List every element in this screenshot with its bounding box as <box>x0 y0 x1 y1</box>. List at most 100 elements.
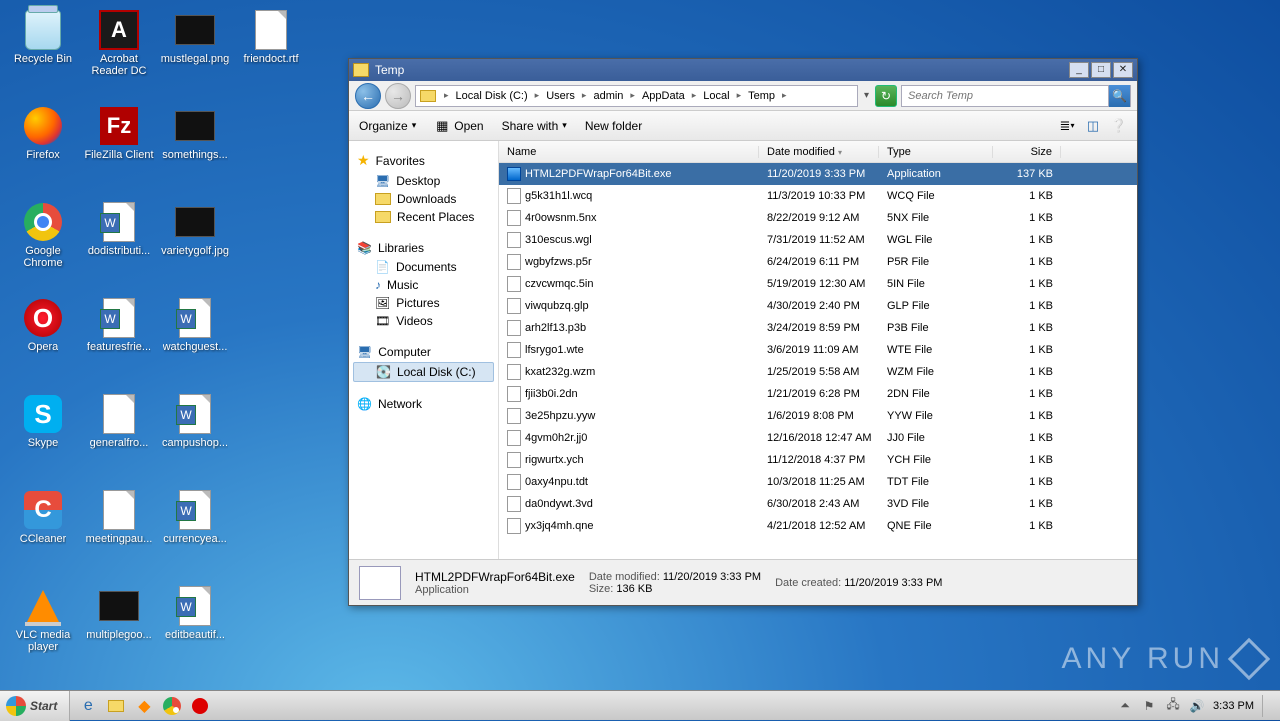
desktop-icon[interactable]: varietygolf.jpg <box>157 197 233 293</box>
file-row[interactable]: HTML2PDFWrapFor64Bit.exe11/20/2019 3:33 … <box>499 163 1137 185</box>
chevron-right-icon[interactable]: ▸ <box>780 90 789 101</box>
chevron-right-icon[interactable]: ▸ <box>690 90 699 101</box>
chevron-right-icon[interactable]: ▸ <box>628 90 637 101</box>
desktop-icon[interactable]: editbeautif... <box>157 581 233 677</box>
file-row[interactable]: 3e25hpzu.yyw1/6/2019 8:08 PMYYW File1 KB <box>499 405 1137 427</box>
titlebar[interactable]: Temp _ □ ✕ <box>349 59 1137 81</box>
chevron-right-icon[interactable]: ▸ <box>533 90 542 101</box>
breadcrumb-segment[interactable]: admin <box>590 90 626 102</box>
file-row[interactable]: 4gvm0h2r.jj012/16/2018 12:47 AMJJ0 File1… <box>499 427 1137 449</box>
nav-forward-button[interactable]: → <box>385 83 411 109</box>
breadcrumb-segment[interactable]: Local <box>700 90 732 102</box>
file-row[interactable]: 0axy4npu.tdt10/3/2018 11:25 AMTDT File1 … <box>499 471 1137 493</box>
chevron-right-icon[interactable]: ▸ <box>735 90 744 101</box>
start-button[interactable]: Start <box>0 691 70 721</box>
breadcrumb-segment[interactable]: AppData <box>639 90 688 102</box>
tray-expand-icon[interactable]: ⏶ <box>1117 698 1133 714</box>
open-button[interactable]: ▦Open <box>434 118 483 134</box>
desktop-icon[interactable]: watchguest... <box>157 293 233 389</box>
sidebar-group-network[interactable]: 🌐Network <box>353 394 494 414</box>
search-button[interactable]: 🔍 <box>1108 85 1130 107</box>
new-folder-button[interactable]: New folder <box>585 119 642 133</box>
desktop-icon[interactable]: meetingpau... <box>81 485 157 581</box>
sidebar-item-local-disk[interactable]: 💽Local Disk (C:) <box>353 362 494 382</box>
sidebar-item-videos[interactable]: 🎞Videos <box>353 312 494 330</box>
desktop-icon[interactable]: dodistributi... <box>81 197 157 293</box>
desktop-icon[interactable]: somethings... <box>157 101 233 197</box>
desktop-icon[interactable]: VLC media player <box>5 581 81 677</box>
desktop-icon[interactable]: AAcrobat Reader DC <box>81 5 157 101</box>
tray-clock[interactable]: 3:33 PM <box>1213 700 1254 712</box>
tray-network-icon[interactable]: 🖧 <box>1165 698 1181 714</box>
file-date: 5/19/2019 12:30 AM <box>759 278 879 290</box>
breadcrumb[interactable]: ▸ Local Disk (C:)▸Users▸admin▸AppData▸Lo… <box>415 85 858 107</box>
column-size[interactable]: Size <box>993 146 1061 158</box>
column-type[interactable]: Type <box>879 146 993 158</box>
sidebar-item-downloads[interactable]: Downloads <box>353 190 494 208</box>
nav-back-button[interactable]: ← <box>355 83 381 109</box>
sidebar-item-desktop[interactable]: 🖥Desktop <box>353 172 494 190</box>
taskbar-opera-icon[interactable] <box>190 696 210 716</box>
organize-menu[interactable]: Organize ▾ <box>359 119 416 133</box>
show-desktop-button[interactable] <box>1262 695 1272 717</box>
chevron-right-icon[interactable]: ▸ <box>580 90 589 101</box>
file-row[interactable]: fjii3b0i.2dn1/21/2019 6:28 PM2DN File1 K… <box>499 383 1137 405</box>
desktop-icon[interactable]: generalfro... <box>81 389 157 485</box>
taskbar-chrome-icon[interactable] <box>162 696 182 716</box>
minimize-button[interactable]: _ <box>1069 62 1089 78</box>
help-icon[interactable]: ❔ <box>1111 118 1127 134</box>
file-row[interactable]: arh2lf13.p3b3/24/2019 8:59 PMP3B File1 K… <box>499 317 1137 339</box>
column-name[interactable]: Name <box>499 146 759 158</box>
file-row[interactable]: da0ndywt.3vd6/30/2018 2:43 AM3VD File1 K… <box>499 493 1137 515</box>
desktop-icon[interactable]: CCleaner <box>5 485 81 581</box>
refresh-button[interactable]: ↻ <box>875 85 897 107</box>
sidebar-item-music[interactable]: ♪Music <box>353 276 494 294</box>
close-button[interactable]: ✕ <box>1113 62 1133 78</box>
sidebar-item-pictures[interactable]: 🖼Pictures <box>353 294 494 312</box>
file-row[interactable]: 4r0owsnm.5nx8/22/2019 9:12 AM5NX File1 K… <box>499 207 1137 229</box>
view-menu-icon[interactable]: ≣ ▾ <box>1059 118 1075 134</box>
sidebar-group-libraries[interactable]: 📚Libraries <box>353 238 494 258</box>
sidebar-item-documents[interactable]: 📄Documents <box>353 258 494 276</box>
maximize-button[interactable]: □ <box>1091 62 1111 78</box>
file-row[interactable]: 310escus.wgl7/31/2019 11:52 AMWGL File1 … <box>499 229 1137 251</box>
desktop-icon[interactable]: mustlegal.png <box>157 5 233 101</box>
breadcrumb-segment[interactable]: Temp <box>745 90 778 102</box>
preview-pane-icon[interactable]: ◫ <box>1085 118 1101 134</box>
desktop-icon[interactable]: FzFileZilla Client <box>81 101 157 197</box>
tray-volume-icon[interactable]: 🔊 <box>1189 698 1205 714</box>
column-date[interactable]: Date modified ▾ <box>759 146 879 158</box>
desktop-icon[interactable]: featuresfrie... <box>81 293 157 389</box>
file-row[interactable]: viwqubzq.glp4/30/2019 2:40 PMGLP File1 K… <box>499 295 1137 317</box>
breadcrumb-segment[interactable]: Users <box>543 90 578 102</box>
file-row[interactable]: wgbyfzws.p5r6/24/2019 6:11 PMP5R File1 K… <box>499 251 1137 273</box>
breadcrumb-segment[interactable]: Local Disk (C:) <box>453 90 531 102</box>
desktop-icon[interactable]: Firefox <box>5 101 81 197</box>
tray-flag-icon[interactable]: ⚑ <box>1141 698 1157 714</box>
desktop-icon[interactable]: multiplegoo... <box>81 581 157 677</box>
file-row[interactable]: rigwurtx.ych11/12/2018 4:37 PMYCH File1 … <box>499 449 1137 471</box>
file-row[interactable]: kxat232g.wzm1/25/2019 5:58 AMWZM File1 K… <box>499 361 1137 383</box>
share-menu[interactable]: Share with ▾ <box>502 119 567 133</box>
sidebar-group-favorites[interactable]: ★Favorites <box>353 149 494 172</box>
desktop-icon[interactable]: Opera <box>5 293 81 389</box>
file-rows-area[interactable]: HTML2PDFWrapFor64Bit.exe11/20/2019 3:33 … <box>499 163 1137 559</box>
desktop-icon[interactable]: SSkype <box>5 389 81 485</box>
desktop-icon[interactable]: friendoct.rtf <box>233 5 309 101</box>
file-row[interactable]: yx3jq4mh.qne4/21/2018 12:52 AMQNE File1 … <box>499 515 1137 537</box>
file-row[interactable]: czvcwmqc.5in5/19/2019 12:30 AM5IN File1 … <box>499 273 1137 295</box>
sidebar-item-recent[interactable]: Recent Places <box>353 208 494 226</box>
file-row[interactable]: g5k31h1l.wcq11/3/2019 10:33 PMWCQ File1 … <box>499 185 1137 207</box>
desktop-icon[interactable]: currencyea... <box>157 485 233 581</box>
desktop-icon[interactable]: Google Chrome <box>5 197 81 293</box>
desktop-icon[interactable]: Recycle Bin <box>5 5 81 101</box>
taskbar-player-icon[interactable]: ◆ <box>134 696 154 716</box>
taskbar-explorer-icon[interactable] <box>106 696 126 716</box>
sidebar-group-computer[interactable]: 🖥Computer <box>353 342 494 362</box>
breadcrumb-dropdown-icon[interactable]: ▾ <box>862 90 871 101</box>
file-row[interactable]: lfsrygo1.wte3/6/2019 11:09 AMWTE File1 K… <box>499 339 1137 361</box>
search-input[interactable] <box>902 90 1108 102</box>
file-date: 10/3/2018 11:25 AM <box>759 476 879 488</box>
desktop-icon[interactable]: campushop... <box>157 389 233 485</box>
taskbar-ie-icon[interactable]: e <box>78 696 98 716</box>
